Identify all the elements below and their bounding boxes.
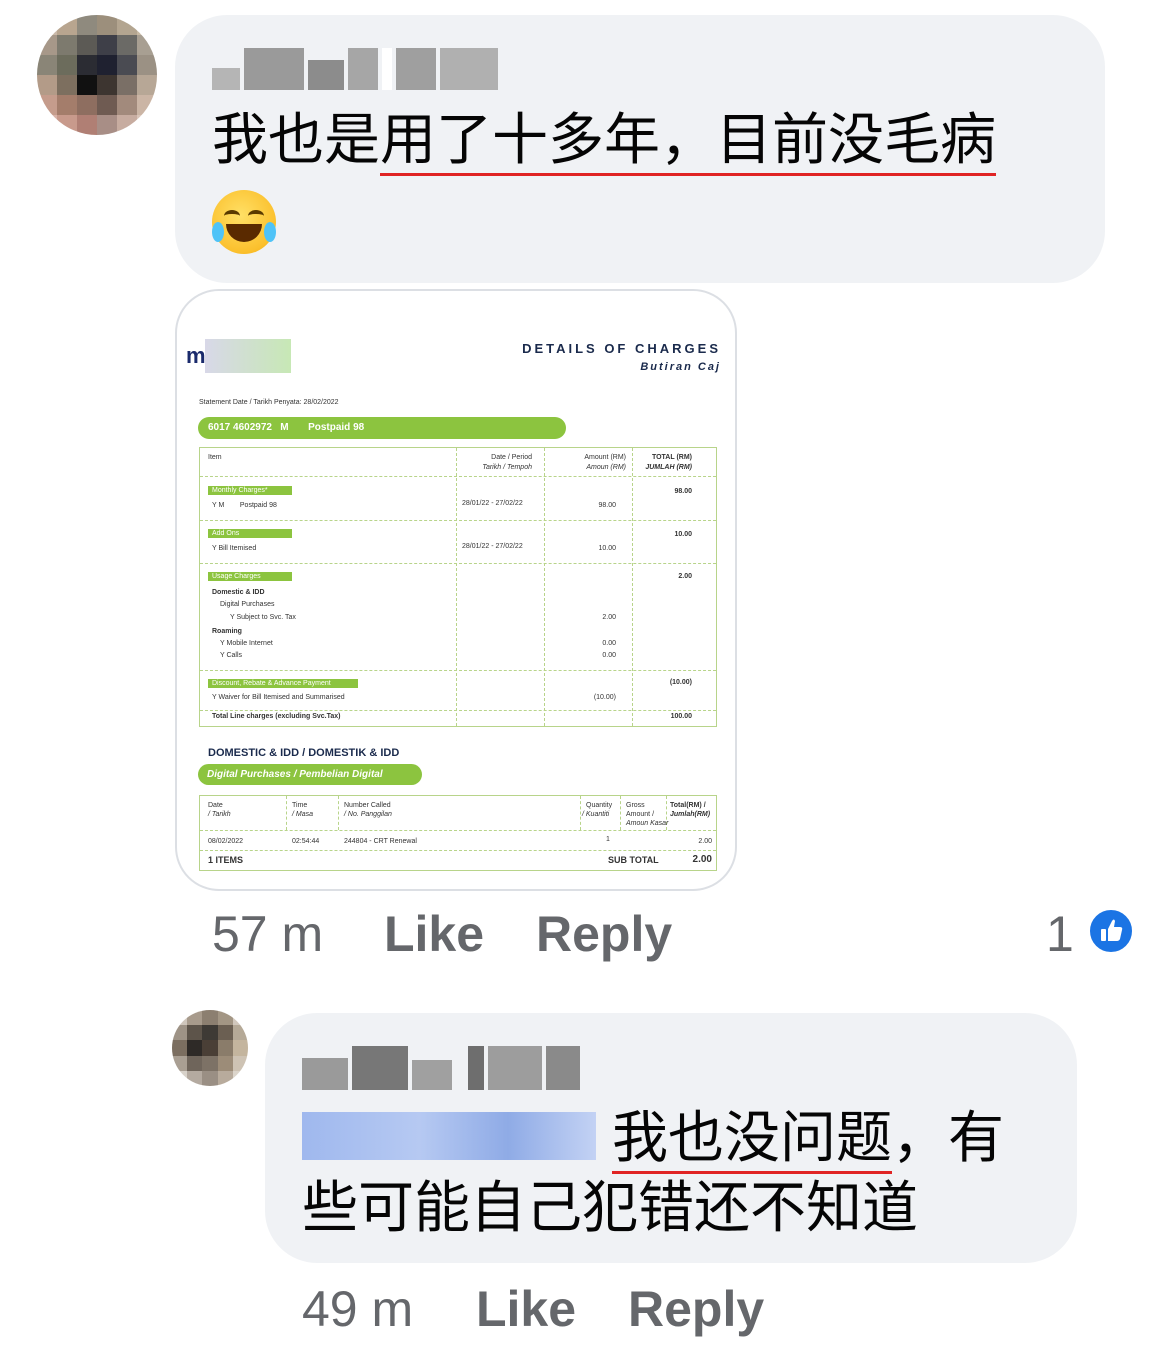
commenter-avatar[interactable]: [37, 15, 157, 135]
bill-image-attachment[interactable]: m DETAILS OF CHARGES Butiran Caj Stateme…: [175, 289, 737, 891]
reply-text-line2: 些可能自己犯错还不知道: [302, 1176, 918, 1241]
reply-reply-button[interactable]: Reply: [628, 1280, 764, 1338]
reply-commenter-avatar[interactable]: [172, 1010, 248, 1086]
face-with-tears-of-joy-icon: [212, 190, 276, 254]
bill-subtitle: Butiran Caj: [640, 361, 721, 373]
reply-like-button[interactable]: Like: [476, 1280, 576, 1338]
commenter-name-redacted[interactable]: [212, 48, 498, 90]
tagged-user-mention-redacted[interactable]: [302, 1112, 596, 1160]
highlighted-phrase: 目前没毛病: [716, 108, 996, 176]
brand-logo: m: [186, 343, 206, 368]
comment-text: 我也是用了十多年，目前没毛病: [212, 106, 996, 176]
reaction-count[interactable]: 1: [1046, 905, 1074, 963]
comment-timestamp[interactable]: 57 m: [212, 905, 323, 963]
reply-commenter-name-redacted[interactable]: [302, 1046, 580, 1090]
highlighted-phrase: 用了十多年: [380, 108, 660, 176]
reply-button[interactable]: Reply: [536, 905, 672, 963]
account-pill: 6017 4602972 M Postpaid 98: [198, 417, 566, 439]
statement-date: Statement Date / Tarikh Penyata: 28/02/2…: [199, 399, 339, 406]
thumbs-up-icon[interactable]: [1087, 907, 1135, 955]
section2-title: DOMESTIC & IDD / DOMESTIK & IDD: [208, 747, 400, 759]
reply-text-line1: 我也没问题，有: [612, 1104, 1004, 1174]
like-button[interactable]: Like: [384, 905, 484, 963]
redacted-brand: [205, 339, 291, 373]
bill-title: DETAILS OF CHARGES: [522, 341, 721, 356]
reply-timestamp[interactable]: 49 m: [302, 1280, 413, 1338]
charges-table: Item Date / Period Tarikh / Tempoh Amoun…: [199, 447, 717, 727]
digital-purchases-table: Date / Tarikh Time / Masa Number Called …: [199, 795, 717, 871]
highlighted-phrase: 我也没问题: [612, 1106, 892, 1174]
section2-pill: Digital Purchases / Pembelian Digital: [198, 764, 422, 785]
